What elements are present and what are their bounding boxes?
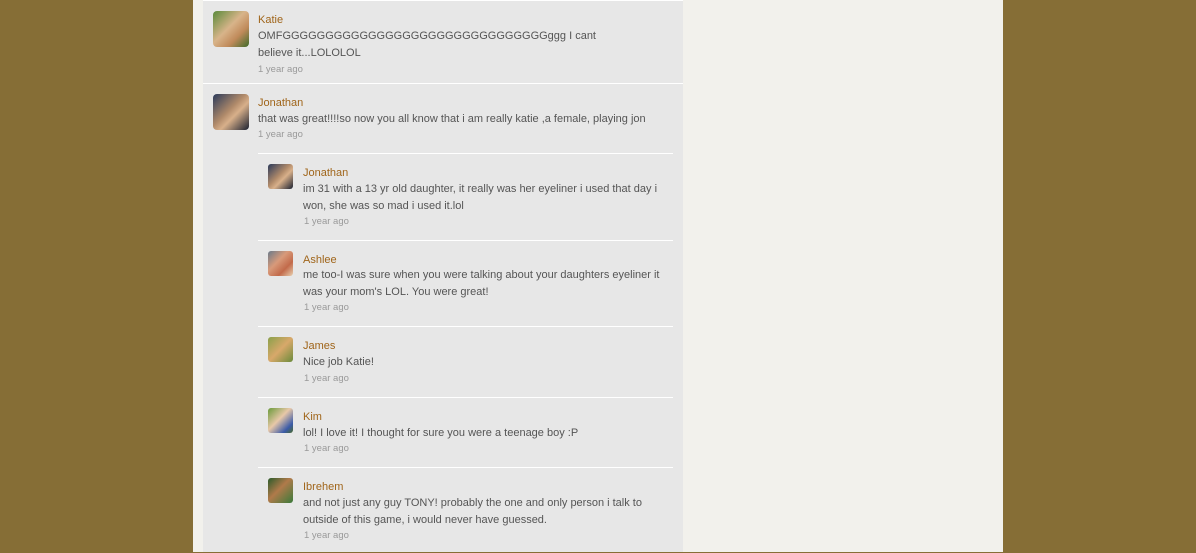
katie-avatar[interactable] <box>213 11 249 47</box>
reply-text: lol! I love it! I thought for sure you w… <box>303 427 579 439</box>
comment-text: OMFGGGGGGGGGGGGGGGGGGGGGGGGGGGGGGGggg I … <box>258 30 596 59</box>
ashlee-avatar[interactable] <box>268 251 293 276</box>
reply-author[interactable]: James <box>303 339 335 353</box>
reply-text: me too-I was sure when you were talking … <box>303 269 660 298</box>
james-avatar[interactable] <box>268 337 293 362</box>
comment: Katie OMFGGGGGGGGGGGGGGGGGGGGGGGGGGGGGGG… <box>203 0 683 83</box>
reply-divider <box>258 153 673 154</box>
jonathan-avatar[interactable] <box>268 164 293 189</box>
reply-divider <box>258 467 673 468</box>
comments-feed: Katie OMFGGGGGGGGGGGGGGGGGGGGGGGGGGGGGGG… <box>203 0 683 552</box>
reply-divider <box>258 326 673 327</box>
reply-text: and not just any guy TONY! probably the … <box>303 497 642 526</box>
comment-timestamp: 1 year ago <box>258 64 303 75</box>
reply-timestamp: 1 year ago <box>304 373 349 384</box>
ibrehem-avatar[interactable] <box>268 478 293 503</box>
page-content: Katie OMFGGGGGGGGGGGGGGGGGGGGGGGGGGGGGGG… <box>193 0 1003 552</box>
reply-author[interactable]: Ashlee <box>303 253 337 267</box>
reply-author[interactable]: Kim <box>303 410 322 424</box>
reply-timestamp: 1 year ago <box>304 530 349 541</box>
comment-author[interactable]: Jonathan <box>258 96 303 110</box>
comment-text: that was great!!!!so now you all know th… <box>258 113 646 125</box>
reply-text: Nice job Katie! <box>303 356 374 368</box>
comment-author[interactable]: Katie <box>258 13 283 27</box>
reply-timestamp: 1 year ago <box>304 216 349 227</box>
reply-timestamp: 1 year ago <box>304 443 349 454</box>
reply-text: im 31 with a 13 yr old daughter, it real… <box>303 183 658 212</box>
comment: Jonathan that was great!!!!so now you al… <box>203 83 683 553</box>
comment-timestamp: 1 year ago <box>258 129 303 140</box>
reply-author[interactable]: Ibrehem <box>303 480 343 494</box>
reply-divider <box>258 397 673 398</box>
kim-avatar[interactable] <box>268 408 293 433</box>
reply-timestamp: 1 year ago <box>304 302 349 313</box>
reply-divider <box>258 240 673 241</box>
jonathan-avatar[interactable] <box>213 94 249 130</box>
reply-author[interactable]: Jonathan <box>303 166 348 180</box>
